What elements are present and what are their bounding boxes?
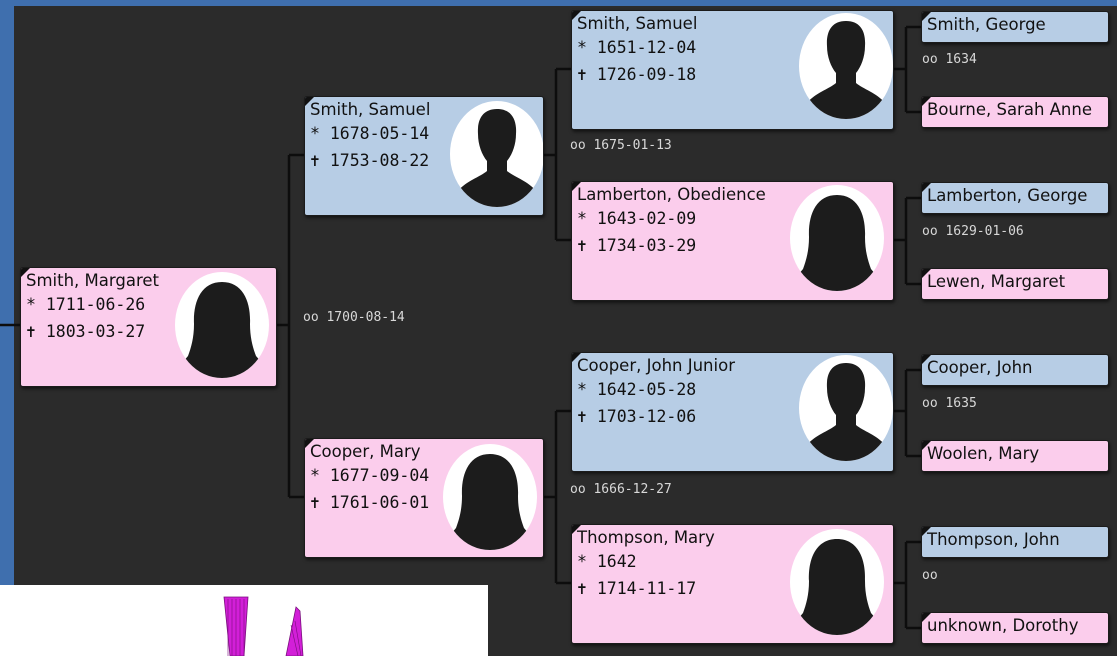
person-card-unknown-dorothy[interactable]: unknown, Dorothy [921, 612, 1109, 644]
marriage-date: oo 1635 [922, 396, 977, 411]
person-card-thompson-john[interactable]: Thompson, John [921, 526, 1109, 558]
person-card-smith-samuel-1651[interactable]: Smith, Samuel * 1651-12-04 ✝ 1726-09-18 [571, 10, 894, 130]
death-date: ✝ 1734-03-29 [577, 236, 697, 255]
person-card-cooper-john-junior[interactable]: Cooper, John Junior * 1642-05-28 ✝ 1703-… [571, 352, 894, 472]
birth-date: * 1642 [577, 552, 637, 571]
person-card-smith-samuel-1678[interactable]: Smith, Samuel * 1678-05-14 ✝ 1753-08-22 [304, 96, 544, 216]
male-silhouette-icon [799, 13, 893, 119]
birth-date: * 1677-09-04 [310, 466, 430, 485]
female-silhouette-icon [790, 529, 884, 635]
person-name: Woolen, Mary [927, 444, 1040, 463]
person-name: Lamberton, Obedience [577, 185, 766, 204]
person-name: Lewen, Margaret [927, 272, 1066, 291]
person-name: Smith, Samuel [310, 100, 431, 119]
person-name: Thompson, John [927, 530, 1060, 549]
person-card-smith-margaret[interactable]: Smith, Margaret * 1711-06-26 ✝ 1803-03-2… [20, 267, 277, 387]
marriage-date: oo 1700-08-14 [303, 310, 405, 325]
overlay-drawing-panel [0, 585, 488, 656]
person-name: Cooper, John [927, 358, 1033, 377]
birth-date: * 1643-02-09 [577, 209, 697, 228]
male-silhouette-icon [450, 101, 543, 207]
birth-date: * 1642-05-28 [577, 380, 697, 399]
person-name: Smith, Samuel [577, 14, 698, 33]
person-card-lamberton-obedience[interactable]: Lamberton, Obedience * 1643-02-09 ✝ 1734… [571, 181, 894, 301]
marriage-date: oo 1629-01-06 [922, 224, 1024, 239]
person-name: Cooper, John Junior [577, 356, 735, 375]
person-name: Cooper, Mary [310, 442, 421, 461]
birth-date: * 1711-06-26 [26, 295, 146, 314]
person-card-bourne-sarah-anne[interactable]: Bourne, Sarah Anne [921, 96, 1109, 128]
person-card-cooper-john[interactable]: Cooper, John [921, 354, 1109, 386]
person-name: Thompson, Mary [577, 528, 715, 547]
person-name: Smith, George [927, 15, 1046, 34]
person-card-lewen-margaret[interactable]: Lewen, Margaret [921, 268, 1109, 300]
person-name: unknown, Dorothy [927, 616, 1079, 635]
male-silhouette-icon [799, 355, 893, 461]
death-date: ✝ 1761-06-01 [310, 493, 430, 512]
birth-date: * 1678-05-14 [310, 124, 430, 143]
female-silhouette-icon [175, 272, 269, 378]
female-silhouette-icon [443, 444, 537, 550]
death-date: ✝ 1803-03-27 [26, 322, 146, 341]
death-date: ✝ 1726-09-18 [577, 65, 697, 84]
person-card-woolen-mary[interactable]: Woolen, Mary [921, 440, 1109, 472]
person-card-cooper-mary[interactable]: Cooper, Mary * 1677-09-04 ✝ 1761-06-01 [304, 438, 544, 558]
person-name: Smith, Margaret [26, 271, 160, 290]
marriage-date: oo 1634 [922, 52, 977, 67]
marriage-date: oo 1675-01-13 [570, 138, 672, 153]
death-date: ✝ 1753-08-22 [310, 151, 430, 170]
death-date: ✝ 1703-12-06 [577, 407, 697, 426]
female-silhouette-icon [790, 185, 884, 291]
magenta-shapes-drawing [223, 596, 304, 656]
marriage-date: oo [922, 568, 938, 583]
death-date: ✝ 1714-11-17 [577, 579, 697, 598]
birth-date: * 1651-12-04 [577, 38, 697, 57]
person-card-lamberton-george[interactable]: Lamberton, George [921, 182, 1109, 214]
marriage-date: oo 1666-12-27 [570, 482, 672, 497]
person-card-thompson-mary[interactable]: Thompson, Mary * 1642 ✝ 1714-11-17 [571, 524, 894, 644]
person-name: Bourne, Sarah Anne [927, 100, 1092, 119]
person-name: Lamberton, George [927, 186, 1088, 205]
person-card-smith-george[interactable]: Smith, George [921, 11, 1109, 43]
